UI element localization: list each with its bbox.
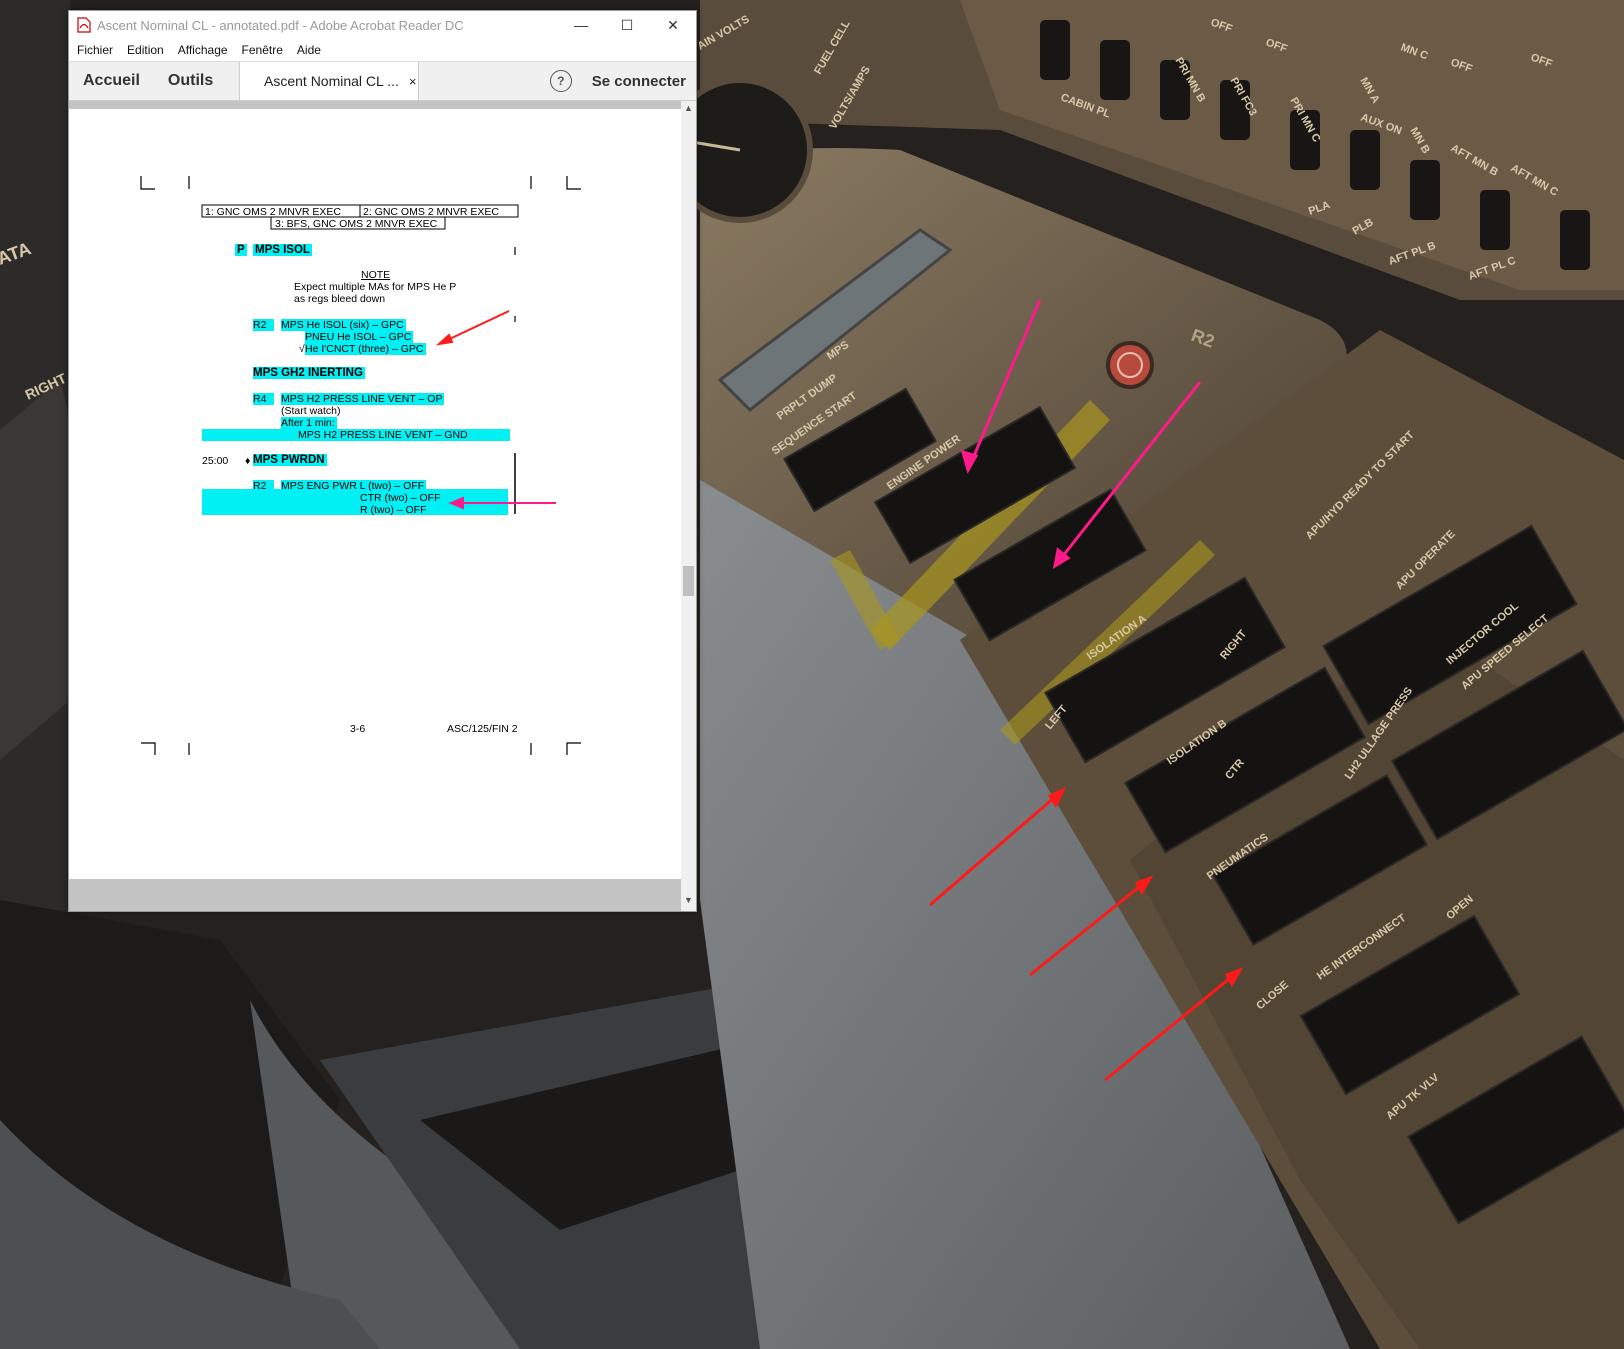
vertical-scrollbar[interactable]: ▲ ▼ — [681, 101, 696, 911]
pwrdn-title: MPS PWRDN — [253, 454, 327, 466]
time-marker: 25:00 — [202, 455, 229, 467]
menu-fenetre[interactable]: Fenêtre — [242, 43, 283, 57]
menu-fichier[interactable]: Fichier — [77, 43, 113, 57]
r4-step-4: MPS H2 PRESS LINE VENT – GND — [202, 429, 470, 441]
check-mark: √ — [299, 343, 305, 355]
window-title: Ascent Nominal CL - annotated.pdf - Adob… — [97, 17, 464, 33]
r2-step-3: He I'CNCT (three) – GPC — [305, 343, 426, 355]
isol-title: MPS ISOL — [253, 244, 312, 256]
document-id: ASC/125/FIN 2 — [447, 723, 518, 735]
page-number: 3-6 — [350, 723, 366, 735]
title-bar: Ascent Nominal CL - annotated.pdf - Adob… — [69, 11, 696, 39]
maximize-button[interactable]: ☐ — [604, 11, 650, 39]
menu-aide[interactable]: Aide — [297, 43, 321, 57]
pdf-icon — [77, 17, 91, 33]
menu-affichage[interactable]: Affichage — [178, 43, 228, 57]
box-3-text: 3: BFS, GNC OMS 2 MNVR EXEC — [275, 218, 438, 230]
note-line-1: Expect multiple MAs for MPS He P — [294, 281, 457, 293]
box-2-text: 2: GNC OMS 2 MNVR EXEC — [363, 206, 499, 218]
r4-panel-ref: R4 — [253, 393, 275, 405]
note-title: NOTE — [361, 269, 391, 281]
bullet-icon: ♦ — [245, 455, 251, 467]
document-tab-close-icon[interactable]: × — [409, 74, 417, 89]
toolbar: Accueil Outils Ascent Nominal CL ... × ?… — [69, 61, 696, 101]
r2b-step-1: MPS ENG PWR L (two) – OFF — [281, 480, 427, 492]
minimize-button[interactable]: — — [558, 11, 604, 39]
r2b-step-2: CTR (two) – OFF — [360, 492, 441, 504]
document-tab-label: Ascent Nominal CL ... — [264, 73, 399, 89]
acrobat-window: Ascent Nominal CL - annotated.pdf - Adob… — [68, 10, 697, 912]
menu-edition[interactable]: Edition — [127, 43, 164, 57]
scroll-up-icon[interactable]: ▲ — [681, 103, 696, 117]
note-line-2: as regs bleed down — [294, 293, 386, 305]
menu-bar: Fichier Edition Affichage Fenêtre Aide — [69, 39, 696, 61]
r2-panel-ref: R2 — [253, 319, 275, 331]
sign-in-button[interactable]: Se connecter — [592, 73, 686, 90]
r2b-panel-ref: R2 — [253, 480, 275, 492]
r2-step-2: PNEU He ISOL – GPC — [305, 331, 414, 343]
document-view[interactable]: 1: GNC OMS 2 MNVR EXEC 2: GNC OMS 2 MNVR… — [69, 101, 681, 911]
pdf-page: 1: GNC OMS 2 MNVR EXEC 2: GNC OMS 2 MNVR… — [69, 109, 681, 879]
r2b-step-3: R (two) – OFF — [360, 504, 427, 516]
box-1-text: 1: GNC OMS 2 MNVR EXEC — [205, 206, 341, 218]
inerting-title: MPS GH2 INERTING — [253, 367, 365, 379]
isol-p-label: P — [235, 244, 247, 256]
home-tab[interactable]: Accueil — [83, 72, 140, 90]
help-icon[interactable]: ? — [549, 70, 572, 92]
r4-step-2: (Start watch) — [281, 405, 341, 417]
r4-step-1: MPS H2 PRESS LINE VENT – OP — [281, 393, 445, 405]
tools-tab[interactable]: Outils — [168, 72, 213, 90]
r4-step-3: After 1 min: — [281, 417, 337, 429]
close-button[interactable]: ✕ — [650, 11, 696, 39]
scroll-thumb[interactable] — [683, 566, 694, 596]
r2-step-1: MPS He ISOL (six) – GPC — [281, 319, 406, 331]
scroll-down-icon[interactable]: ▼ — [681, 895, 696, 909]
document-tab[interactable]: Ascent Nominal CL ... × — [239, 62, 419, 100]
